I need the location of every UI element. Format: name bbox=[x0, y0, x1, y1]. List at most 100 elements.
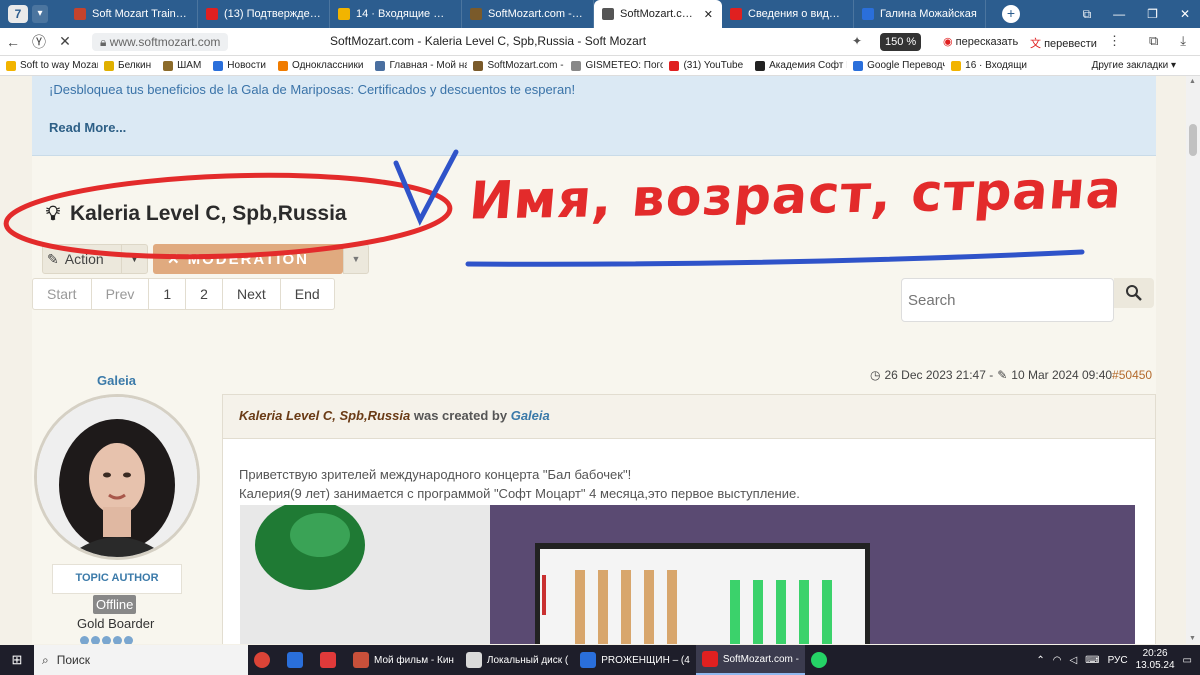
wifi-icon[interactable]: ◠ bbox=[1053, 655, 1062, 666]
tab-favicon-icon bbox=[862, 8, 874, 20]
taskbar-app-icon bbox=[701, 651, 718, 667]
pager-item[interactable]: 1 bbox=[149, 279, 187, 309]
page-title: SoftMozart.com - Kaleria Level C, Spb,Ru… bbox=[330, 34, 647, 48]
moderation-dropdown[interactable]: ▼ bbox=[343, 244, 369, 274]
other-bookmarks[interactable]: Другие закладки ▾ bbox=[1092, 60, 1176, 71]
bookmark-item[interactable]: Одноклассники bbox=[272, 60, 369, 71]
download-icon[interactable]: ⤓ bbox=[1180, 33, 1186, 49]
taskbar-window[interactable]: SoftMozart.com - bbox=[695, 645, 805, 675]
bookmark-item[interactable]: Академия Софт М bbox=[749, 60, 847, 71]
yandex-icon[interactable]: Ⓨ bbox=[26, 32, 52, 52]
bookmark-favicon-icon bbox=[213, 60, 224, 71]
read-more-link[interactable]: Read More... bbox=[49, 120, 126, 135]
menu-dots-icon[interactable]: ⋮ bbox=[1108, 33, 1121, 49]
translate-button[interactable]: 文 перевести bbox=[1030, 35, 1097, 51]
bookmark-item[interactable]: 16 · Входящи bbox=[945, 60, 1033, 71]
extensions-icon[interactable]: ⧉ bbox=[1149, 33, 1158, 49]
browser-tab[interactable]: (13) Подтверждение bbox=[198, 0, 330, 28]
bookmark-item[interactable]: (31) YouTube bbox=[663, 60, 749, 71]
chevron-down-icon[interactable]: ▼ bbox=[121, 245, 147, 273]
taskbar-save[interactable] bbox=[281, 645, 314, 675]
moderation-button[interactable]: ✕ MODERATION bbox=[153, 244, 343, 274]
notifications-icon[interactable]: ▭ bbox=[1183, 655, 1192, 666]
taskbar-window[interactable]: PROЖЕНЩИН – (4 bbox=[574, 645, 696, 675]
bookmark-item[interactable]: Soft to way Mozart bbox=[0, 60, 98, 71]
language-indicator[interactable]: РУС bbox=[1108, 655, 1128, 666]
new-tab-button[interactable]: + bbox=[1002, 5, 1020, 23]
bookmark-item[interactable]: Главная - Мой нал bbox=[369, 60, 467, 71]
stop-icon[interactable]: ✕ bbox=[52, 33, 78, 50]
tab-label: SoftMozart.com - K bbox=[620, 8, 698, 20]
chevron-down-icon[interactable]: ▾ bbox=[32, 5, 48, 23]
search-button[interactable] bbox=[1114, 278, 1154, 308]
post-image[interactable] bbox=[240, 505, 1135, 644]
bookmark-item[interactable]: GISMETEO: Погод bbox=[565, 60, 663, 71]
minimize-icon[interactable]: — bbox=[1113, 7, 1125, 21]
pager-item[interactable]: Start bbox=[33, 279, 92, 309]
retell-button[interactable]: ◉ пересказать bbox=[943, 35, 1018, 48]
bookmark-item[interactable]: SoftMozart.com - bbox=[467, 60, 565, 71]
clock[interactable]: 20:26 13.05.24 bbox=[1136, 648, 1175, 672]
url-field[interactable]: 🔒︎ www.softmozart.com bbox=[92, 32, 229, 51]
zoom-badge[interactable]: 150 % bbox=[880, 33, 922, 51]
pager-item[interactable]: Prev bbox=[92, 279, 150, 309]
bookmark-item[interactable]: Новости bbox=[207, 60, 272, 71]
bookmark-favicon-icon bbox=[853, 60, 864, 71]
pager-item[interactable]: 2 bbox=[186, 279, 223, 309]
taskbar-window[interactable]: Локальный диск ( bbox=[460, 645, 574, 675]
volume-icon[interactable]: ◁ bbox=[1069, 655, 1077, 666]
keyboard-icon[interactable]: ⌨ bbox=[1085, 655, 1099, 666]
browser-tab[interactable]: Сведения о видео - Y bbox=[722, 0, 854, 28]
scrollbar-thumb[interactable] bbox=[1189, 124, 1197, 156]
tab-favicon-icon bbox=[730, 8, 742, 20]
pager-item[interactable]: End bbox=[281, 279, 334, 309]
pagination: Start Prev 1 2 Next End bbox=[32, 278, 335, 310]
action-button[interactable]: ✎ Action ▼ bbox=[42, 244, 148, 274]
taskbar-chrome[interactable] bbox=[248, 645, 281, 675]
browser-tab[interactable]: Soft Mozart Training bbox=[66, 0, 198, 28]
post-created-date: 26 Dec 2023 21:47 - bbox=[884, 368, 994, 382]
taskbar-search[interactable]: ⌕ Поиск bbox=[34, 645, 248, 675]
post-image-graphic bbox=[240, 505, 1135, 644]
rank-dot bbox=[124, 636, 133, 644]
taskbar-window-label: PROЖЕНЩИН – (4 bbox=[601, 654, 690, 666]
rank-dot bbox=[102, 636, 111, 644]
close-icon[interactable]: ✕ bbox=[1180, 7, 1190, 21]
page-scrollbar[interactable]: ▲ ▼ bbox=[1186, 76, 1200, 644]
bookmark-item[interactable]: Белкин bbox=[98, 60, 157, 71]
bookmark-item[interactable]: Google Переводч bbox=[847, 60, 945, 71]
profile-button[interactable]: 7 bbox=[8, 5, 28, 23]
post-author-link[interactable]: Galeia bbox=[511, 408, 550, 423]
scroll-down-icon[interactable]: ▼ bbox=[1189, 635, 1196, 642]
author-name[interactable]: Galeia bbox=[97, 373, 136, 388]
tab-overview-icon[interactable]: ⧉ bbox=[1083, 7, 1092, 22]
bookmark-favicon-icon bbox=[6, 60, 16, 71]
bookmark-icon[interactable]: ✦ bbox=[852, 34, 862, 48]
post-meta: ◷ 26 Dec 2023 21:47 - ✎ 10 Mar 2024 09:4… bbox=[866, 368, 1152, 382]
bookmark-item[interactable]: ШАМ bbox=[157, 60, 207, 71]
browser-tab[interactable]: 14 · Входящие — Янд bbox=[330, 0, 462, 28]
pager-item[interactable]: Next bbox=[223, 279, 281, 309]
annotation-text: Имя, возраст, страна bbox=[466, 160, 1125, 232]
post-id-link[interactable]: #50450 bbox=[1112, 368, 1152, 382]
close-tab-icon[interactable]: ✕ bbox=[704, 8, 713, 21]
restore-icon[interactable]: ❐ bbox=[1147, 7, 1158, 21]
taskbar-window[interactable]: Мой фильм - Кин bbox=[347, 645, 460, 675]
edit-icon: ✎ bbox=[47, 250, 59, 267]
taskbar-app[interactable] bbox=[314, 645, 347, 675]
taskbar-whatsapp[interactable] bbox=[805, 645, 838, 675]
post-title[interactable]: Kaleria Level C, Spb,Russia bbox=[239, 408, 410, 423]
tab-label: 14 · Входящие — Янд bbox=[356, 8, 453, 20]
search-input[interactable] bbox=[901, 278, 1114, 322]
browser-tab[interactable]: Галина Можайская bbox=[854, 0, 986, 28]
tab-favicon-icon bbox=[206, 8, 218, 20]
tray-chevron-icon[interactable]: ⌃ bbox=[1036, 655, 1044, 666]
tab-favicon-icon bbox=[602, 8, 614, 20]
avatar[interactable] bbox=[34, 394, 200, 560]
bookmark-label: (31) YouTube bbox=[683, 60, 744, 71]
windows-start-icon[interactable]: ⊞ bbox=[0, 652, 34, 668]
browser-tab[interactable]: SoftMozart.com - K ✕ bbox=[594, 0, 722, 28]
browser-tab[interactable]: SoftMozart.com - Си bbox=[462, 0, 594, 28]
back-icon[interactable]: ← bbox=[0, 34, 26, 50]
scroll-up-icon[interactable]: ▲ bbox=[1189, 78, 1196, 85]
